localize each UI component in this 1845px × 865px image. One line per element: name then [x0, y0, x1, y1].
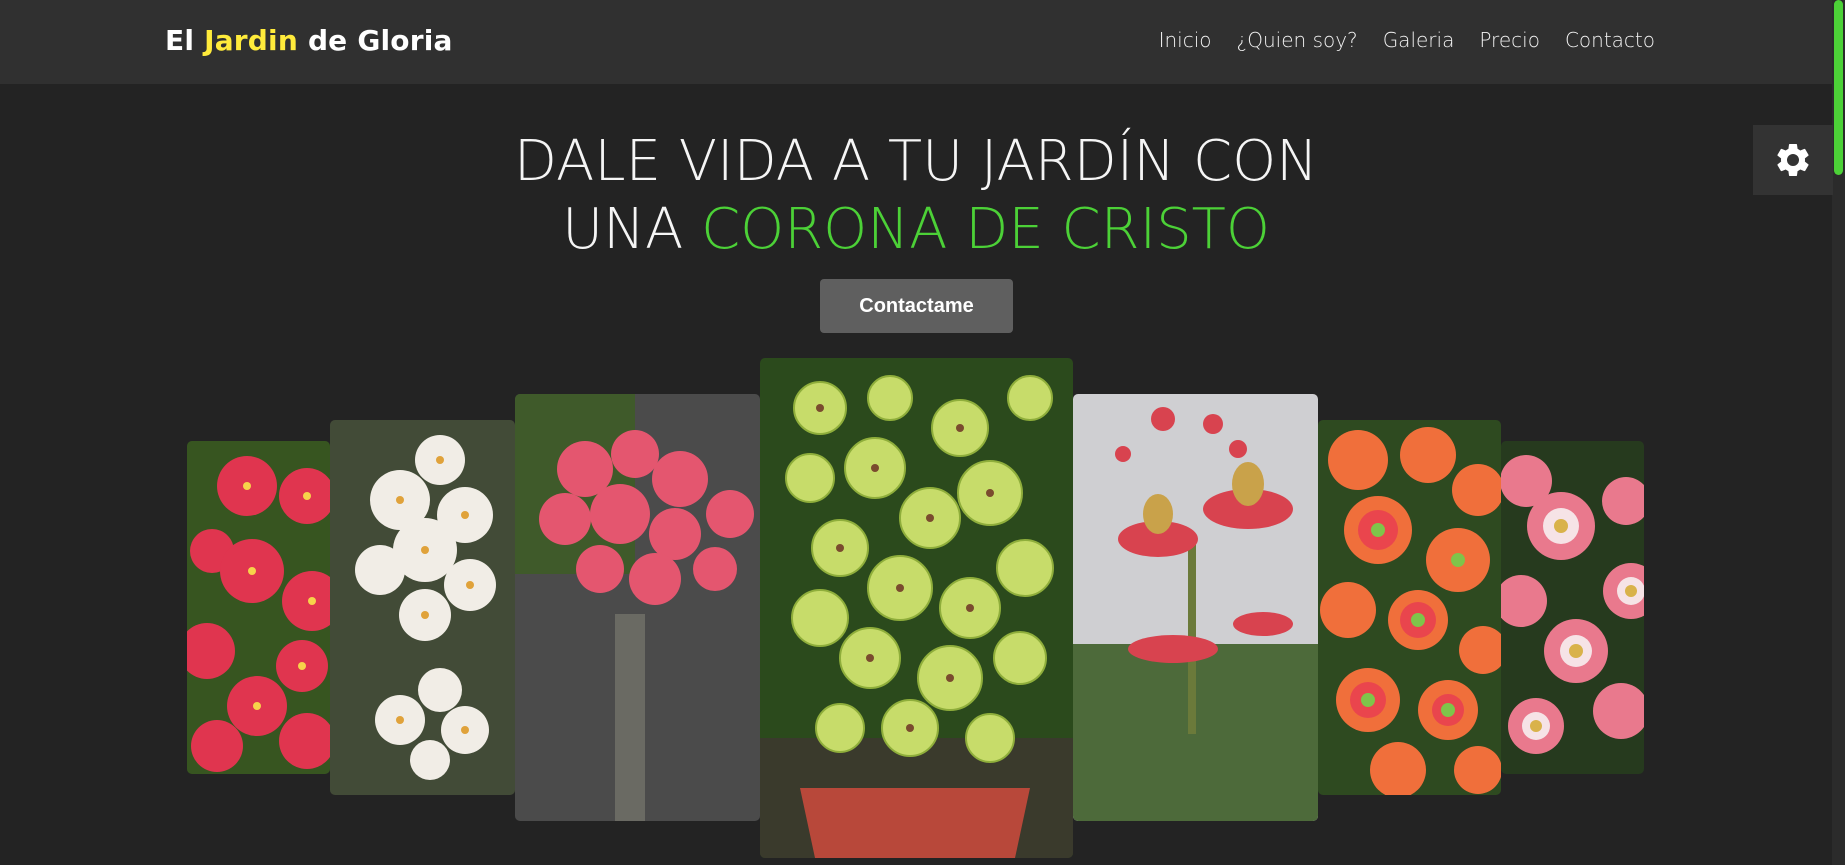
red-flowers-image — [187, 441, 330, 774]
brand-prefix: El — [165, 24, 195, 57]
green-flowers-image — [760, 358, 1073, 858]
page-scrollbar[interactable] — [1832, 0, 1845, 865]
red-buds-image — [1073, 394, 1318, 821]
nav-link-precio[interactable]: Precio — [1479, 28, 1540, 52]
hero-heading: DALE VIDA A TU JARDÍN CON UNA CORONA DE … — [0, 128, 1832, 264]
scrollbar-thumb[interactable] — [1834, 0, 1843, 175]
orange-flowers-image — [1318, 420, 1501, 795]
hero-line-1: DALE VIDA A TU JARDÍN CON — [513, 129, 1319, 194]
hero-line-2-highlight: CORONA DE CRISTO — [701, 197, 1270, 262]
gallery-image-red[interactable] — [187, 441, 330, 774]
nav-link-galeria[interactable]: Galeria — [1383, 28, 1455, 52]
brand-accent: Jardin — [204, 24, 298, 57]
gallery-image-pink-white[interactable] — [1501, 441, 1644, 774]
nav-link-contacto[interactable]: Contacto — [1565, 28, 1655, 52]
gallery-image-red-buds[interactable] — [1073, 394, 1318, 821]
brand-suffix: de Gloria — [307, 24, 453, 57]
main-nav: Inicio ¿Quien soy? Galeria Precio Contac… — [1159, 28, 1655, 52]
gallery-image-pink[interactable] — [515, 394, 760, 821]
gallery-image-white[interactable] — [330, 420, 515, 795]
white-flowers-image — [330, 420, 515, 795]
hero-line-2-prefix: UNA — [562, 197, 684, 262]
top-navbar: El Jardin de Gloria Inicio ¿Quien soy? G… — [0, 0, 1845, 84]
pink-flowers-image — [515, 394, 760, 821]
contact-button[interactable]: Contactame — [820, 279, 1013, 333]
pink-white-flowers-image — [1501, 441, 1644, 774]
nav-link-inicio[interactable]: Inicio — [1159, 28, 1212, 52]
gallery-image-orange[interactable] — [1318, 420, 1501, 795]
nav-link-quien-soy[interactable]: ¿Quien soy? — [1237, 28, 1358, 52]
gallery-image-green[interactable] — [760, 358, 1073, 858]
brand-logo[interactable]: El Jardin de Gloria — [165, 24, 453, 57]
